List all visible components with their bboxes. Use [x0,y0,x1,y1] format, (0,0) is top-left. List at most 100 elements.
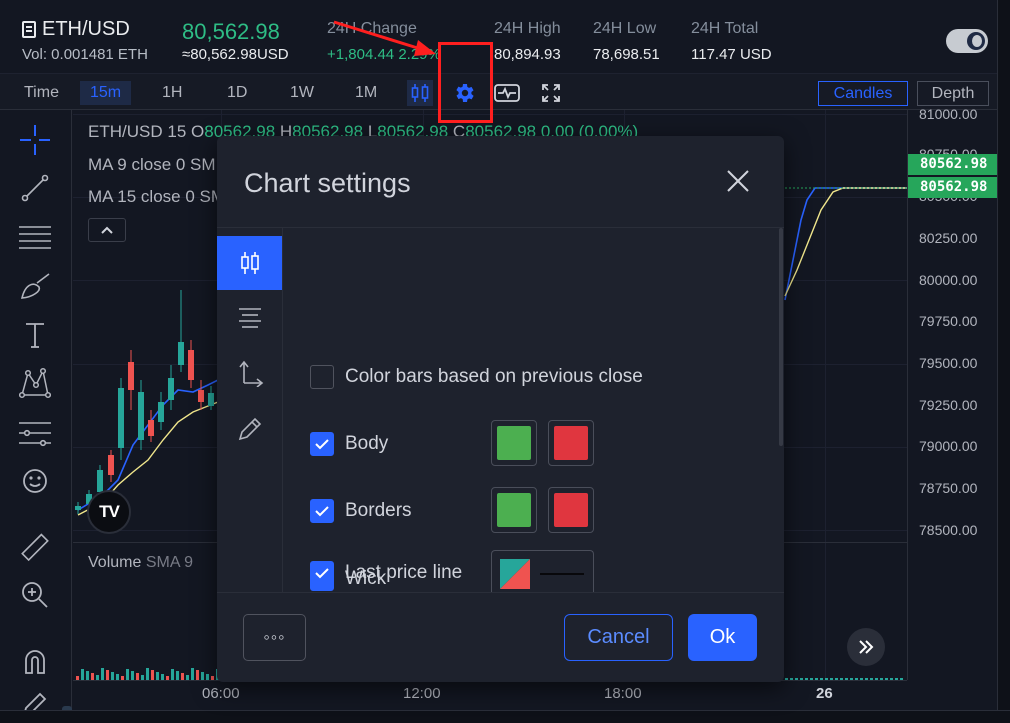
candle-body [208,393,214,406]
price-tick: 81000.00 [919,106,978,122]
option-color-bars[interactable]: Color bars based on previous close [310,364,643,390]
horizontal-lines-icon[interactable] [17,218,53,254]
emoji-icon[interactable] [17,463,53,499]
scroll-to-realtime-button[interactable] [847,628,885,666]
ruler-icon[interactable] [17,530,53,566]
high-value: 80,894.93 [494,46,561,63]
price-tick: 79750.00 [919,313,978,329]
color-swatch [554,493,588,527]
last-price-line-style[interactable] [491,550,594,592]
last-price-tag: 80562.98 [908,154,998,175]
option-body[interactable]: Body [310,431,388,457]
tab-appearance[interactable] [217,402,282,456]
time-tick-day: 26 [816,685,833,702]
chart-toolbar: Time 15m 1H 1D 1W 1M Candles Depth [0,74,1010,110]
measure-lines-icon[interactable] [17,415,53,451]
brush-icon[interactable] [17,268,53,304]
indicators-icon[interactable] [494,80,520,106]
time-axis[interactable]: 06:00 12:00 18:00 26 [73,680,907,710]
total-label: 24H Total [691,20,759,37]
candle-body [148,420,154,436]
borders-up-color[interactable] [491,487,537,533]
color-swatch [497,426,531,460]
legend-symbol: ETH/USD [88,122,163,141]
check-icon [315,506,329,517]
pattern-icon[interactable] [17,365,53,401]
price-tick: 80000.00 [919,272,978,288]
borders-down-color[interactable] [548,487,594,533]
close-icon[interactable] [723,166,753,196]
theme-toggle[interactable] [946,29,988,53]
price-tick: 79000.00 [919,438,978,454]
pair-selector[interactable]: ETH/USD [22,18,130,41]
price-tick: 78500.00 [919,522,978,538]
zoom-in-icon[interactable] [17,577,53,613]
volume-legend: Volume SMA 9 [88,554,193,572]
ma-slow-line-right [784,187,907,297]
high-label: 24H High [494,20,561,37]
volume-bar [126,669,129,680]
volume-bar [101,668,104,680]
body-down-color[interactable] [548,420,594,466]
crosshair-icon[interactable] [17,122,53,158]
low-label: 24H Low [593,20,657,37]
option-last-price-line[interactable]: Last price line [310,560,462,586]
option-borders[interactable]: Borders [310,498,412,524]
candles-view-button[interactable]: Candles [818,81,908,106]
ma1-legend[interactable]: MA 9 close 0 SM [88,155,216,175]
color-swatch [554,426,588,460]
color-swatch [497,493,531,527]
tradingview-logo[interactable]: TV [87,490,131,534]
interval-1h[interactable]: 1H [152,81,192,105]
fullscreen-icon[interactable] [538,80,564,106]
text-icon[interactable] [17,317,53,353]
body-up-color[interactable] [491,420,537,466]
interval-15m[interactable]: 15m [80,81,132,105]
candle-body [128,362,134,390]
price-axis[interactable]: 81000.00 80750.00 80500.00 80250.00 8000… [907,106,998,680]
checkbox-checked[interactable] [310,432,334,456]
checkbox-checked[interactable] [310,561,334,585]
chart-settings-dialog: Chart settings Color bars based on previ… [217,136,784,682]
interval-1w[interactable]: 1W [280,81,324,105]
volume-label: Volume [88,554,142,571]
ok-button[interactable]: Ok [688,614,757,661]
tab-status-line[interactable] [217,290,282,344]
volume-bar [131,671,134,680]
text-lines-icon [238,308,261,328]
bottom-scrollbar[interactable] [0,710,1010,723]
axes-icon [238,360,263,387]
right-scrollbar[interactable] [997,0,1010,723]
last-price-usd-unit: USD [256,46,289,63]
volume-bar [196,670,199,680]
interval-1m[interactable]: 1M [345,81,387,105]
candles-icon[interactable] [407,80,433,106]
volume-bar [91,673,94,680]
check-icon [315,439,329,450]
magnet-icon[interactable] [17,644,53,680]
annotation-arrow [333,20,436,56]
chevron-up-icon [101,226,113,234]
tab-scales[interactable] [217,346,282,400]
volume-bar [106,670,109,680]
cancel-button[interactable]: Cancel [564,614,673,661]
interval-1d[interactable]: 1D [217,81,257,105]
scrollbar-thumb[interactable] [779,228,783,446]
total-value: 117.47 [691,46,736,63]
trend-line-icon[interactable] [17,170,53,206]
checkbox-checked[interactable] [310,499,334,523]
ma2-legend[interactable]: MA 15 close 0 SM [88,187,225,207]
last-price: 80,562.98 [182,19,280,44]
checkbox[interactable] [310,365,334,389]
volume-bar [191,668,194,680]
time-label: Time [24,84,59,101]
tab-symbol[interactable] [217,236,282,290]
depth-view-button[interactable]: Depth [917,81,989,106]
candle-body [75,506,81,510]
legend-collapse-button[interactable] [88,218,126,242]
volume-bar [171,669,174,680]
ticker-header: ETH/USD Vol: 0.001481 ETH 80,562.98 ≈80,… [0,0,1010,74]
more-options-button[interactable]: ◦◦◦ [243,614,306,661]
volume-params: SMA 9 [145,554,193,571]
candle-body [158,402,164,422]
